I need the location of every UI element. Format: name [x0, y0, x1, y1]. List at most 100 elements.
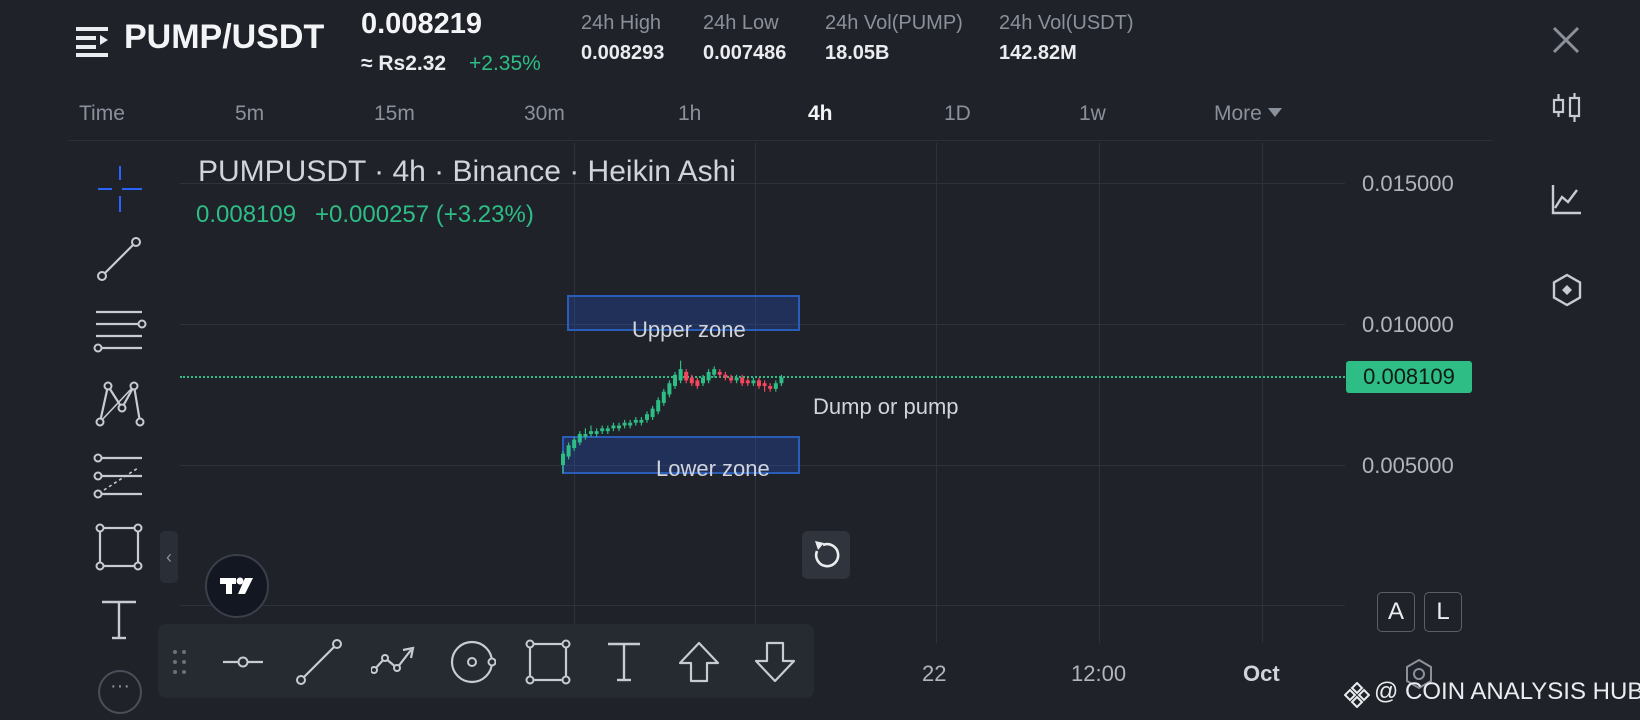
- candle-body: [611, 425, 616, 429]
- candle-body: [734, 377, 739, 381]
- candle: [729, 374, 733, 384]
- candle-body: [628, 422, 633, 426]
- circle-tool-icon[interactable]: [448, 638, 497, 686]
- crosshair-icon[interactable]: [92, 164, 148, 214]
- candle: [751, 377, 756, 387]
- candle-body: [751, 380, 756, 384]
- candle-body: [706, 371, 711, 381]
- tradingview-logo-icon[interactable]: [205, 554, 269, 618]
- candle: [706, 369, 711, 384]
- candle-body: [740, 377, 745, 384]
- candle: [594, 428, 599, 437]
- candle-body: [633, 419, 638, 423]
- pattern-icon[interactable]: [92, 380, 148, 430]
- auto-scale-button[interactable]: A: [1377, 592, 1415, 632]
- candle: [673, 371, 677, 389]
- lower-zone-label: Lower zone: [656, 456, 770, 481]
- candle: [678, 360, 683, 384]
- reset-chart-button[interactable]: [802, 531, 850, 579]
- candle: [622, 419, 627, 429]
- candle: [566, 442, 571, 460]
- arrow-up-icon[interactable]: [675, 638, 723, 686]
- drag-handle-icon[interactable]: [170, 648, 190, 678]
- horizontal-ray-icon[interactable]: [219, 638, 267, 686]
- upper-zone-label: Upper zone: [632, 317, 746, 342]
- candle-body: [712, 369, 717, 375]
- candle-body: [701, 377, 705, 384]
- candle: [639, 417, 644, 426]
- forecast-icon[interactable]: [92, 452, 148, 502]
- candle: [745, 377, 750, 387]
- rectangle-tool-icon[interactable]: [92, 522, 148, 572]
- candle-body: [622, 422, 627, 426]
- candle: [589, 425, 593, 437]
- candle-body: [589, 431, 593, 434]
- candle: [645, 411, 649, 423]
- candle: [689, 374, 694, 387]
- candle: [684, 369, 689, 384]
- candle: [740, 374, 745, 387]
- candle: [779, 374, 784, 387]
- log-scale-button[interactable]: L: [1424, 592, 1462, 632]
- candle: [605, 425, 610, 434]
- candle-body: [656, 400, 661, 412]
- x-axis-label: 12:00: [1071, 661, 1127, 686]
- candle: [768, 383, 773, 392]
- arrow-down-icon[interactable]: [751, 638, 799, 686]
- candle-body: [684, 371, 689, 381]
- candle-body: [577, 433, 582, 443]
- candle-body: [594, 431, 599, 434]
- candle-body: [689, 377, 694, 384]
- candle: [773, 380, 778, 392]
- candle-body: [678, 369, 683, 381]
- collapse-toolbar-icon[interactable]: ‹: [160, 531, 178, 583]
- candle-body: [773, 383, 778, 389]
- rectangle-tool-icon[interactable]: [524, 638, 572, 686]
- candle: [762, 380, 767, 392]
- candle-body: [605, 428, 610, 432]
- path-tool-icon[interactable]: [370, 638, 419, 686]
- candle: [667, 380, 672, 398]
- candle: [633, 417, 638, 426]
- candle-body: [779, 377, 784, 384]
- trend-line-icon[interactable]: [295, 638, 343, 686]
- candle: [650, 405, 655, 420]
- candle: [600, 425, 605, 434]
- candle: [723, 371, 728, 381]
- candle: [656, 397, 661, 415]
- binance-logo-icon: [1343, 681, 1371, 709]
- candle-body: [572, 439, 577, 449]
- fib-retracement-icon[interactable]: [92, 308, 148, 358]
- candle: [628, 419, 633, 429]
- candle-body: [561, 453, 565, 465]
- trend-line-icon[interactable]: [92, 234, 148, 284]
- more-tools-icon[interactable]: ···: [98, 670, 142, 714]
- candle: [611, 422, 616, 432]
- candle: [717, 369, 722, 378]
- note-label: Dump or pump: [813, 394, 959, 419]
- candle: [734, 374, 739, 384]
- x-axis-label: Oct: [1243, 661, 1280, 686]
- watermark-text: @ COIN ANALYSIS HUB: [1374, 678, 1640, 705]
- candle-body: [723, 374, 728, 378]
- candle-body: [617, 425, 621, 429]
- candle: [561, 450, 565, 474]
- candle-body: [583, 433, 588, 437]
- candle-body: [645, 414, 649, 420]
- candle-body: [566, 445, 571, 457]
- candle-body: [661, 391, 666, 403]
- candle-body: [762, 383, 767, 387]
- text-tool-icon[interactable]: [600, 638, 648, 686]
- candle: [701, 374, 705, 387]
- candle: [661, 388, 666, 406]
- x-axis-label: 22: [922, 661, 947, 686]
- candle-body: [768, 386, 773, 389]
- candle: [617, 422, 621, 432]
- candle: [577, 431, 582, 446]
- candle-body: [639, 419, 644, 423]
- candle-body: [673, 374, 677, 387]
- candle-body: [600, 428, 605, 432]
- candle-body: [667, 383, 672, 395]
- text-tool-icon[interactable]: [92, 596, 148, 646]
- candle: [757, 377, 761, 389]
